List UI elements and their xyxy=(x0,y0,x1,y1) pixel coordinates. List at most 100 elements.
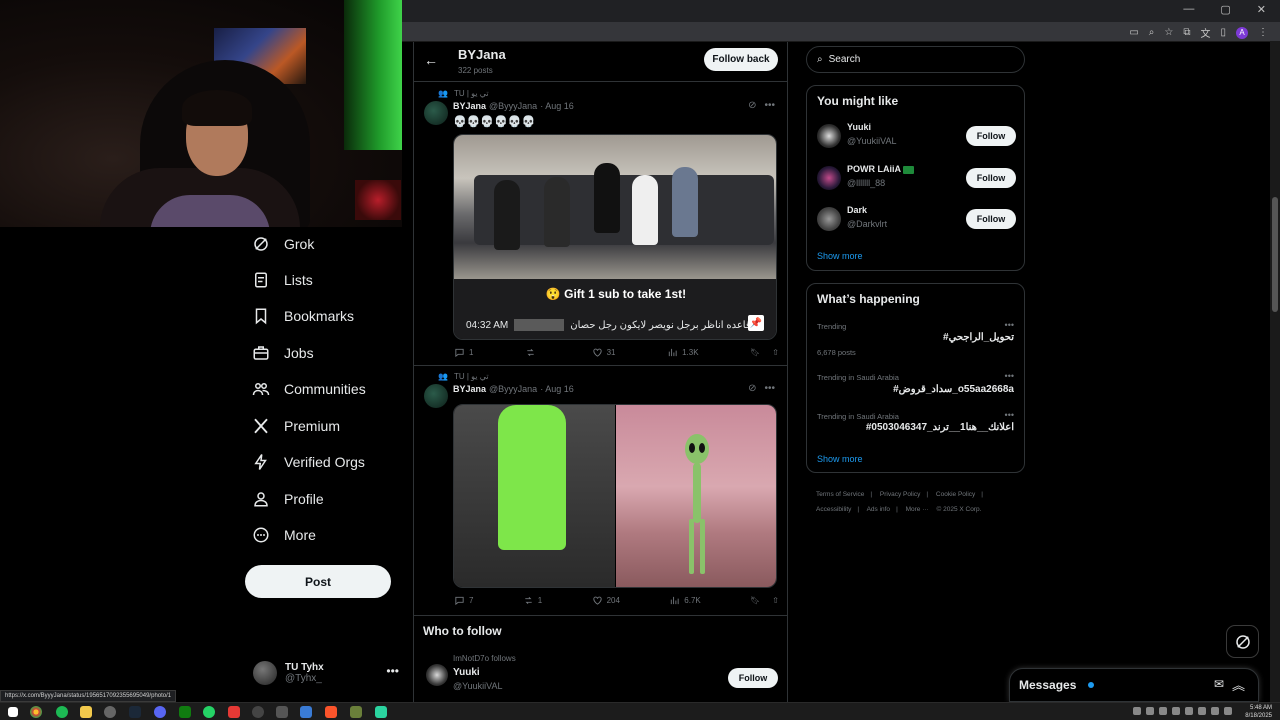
nav-item-profile[interactable]: Profile xyxy=(252,484,324,514)
nav-item-more[interactable]: More xyxy=(252,520,316,550)
more-dots-icon[interactable]: ••• xyxy=(1005,371,1014,381)
steam-icon[interactable] xyxy=(129,706,141,718)
spotify-icon[interactable] xyxy=(56,706,68,718)
extensions-icon[interactable]: ⧉ xyxy=(1183,27,1190,38)
tweet-date[interactable]: · Aug 16 xyxy=(540,384,574,394)
close-icon[interactable]: ✕ xyxy=(1257,3,1266,16)
cast-icon[interactable]: ▭ xyxy=(1129,27,1138,38)
views-button[interactable]: 1.3K xyxy=(667,347,699,358)
grok-icon[interactable]: ⊘ xyxy=(748,100,756,111)
more-dots-icon[interactable]: ••• xyxy=(764,383,775,394)
tweet-author[interactable]: BYJana xyxy=(453,384,486,394)
nav-item-grok[interactable]: Grok xyxy=(252,229,314,259)
messages-drawer[interactable]: Messages ✉ ︽ xyxy=(1009,668,1259,702)
scrollbar[interactable] xyxy=(1270,42,1280,702)
system-tray[interactable] xyxy=(1133,707,1232,715)
nav-item-premium[interactable]: Premium xyxy=(252,411,340,441)
share-icon[interactable]: ⇧ xyxy=(772,348,779,357)
suggested-user-name[interactable]: Yuuki xyxy=(453,667,480,678)
nav-item-bookmarks[interactable]: Bookmarks xyxy=(252,301,354,331)
reply-button[interactable]: 7 xyxy=(454,595,473,606)
trend-name[interactable]: #اعلانك__هنا1__ترند_0503046347 xyxy=(866,422,1014,433)
tweet-date[interactable]: · Aug 16 xyxy=(540,101,574,111)
repost-button[interactable] xyxy=(525,347,540,358)
app-icon[interactable] xyxy=(104,706,116,718)
clock[interactable]: 5:48 AM 8/18/2025 xyxy=(1245,704,1272,720)
views-button[interactable]: 6.7K xyxy=(669,595,701,606)
app-icon[interactable] xyxy=(375,706,387,718)
folder-icon[interactable] xyxy=(80,706,92,718)
profile-avatar-icon[interactable]: A xyxy=(1236,26,1248,39)
show-more-link[interactable]: Show more xyxy=(817,251,863,261)
tweet-handle[interactable]: @ByyyJana xyxy=(489,384,537,394)
xbox-icon[interactable] xyxy=(179,706,191,718)
footer-link[interactable]: Accessibility xyxy=(816,506,851,513)
suggested-user[interactable]: Yuuki @YuukiiVAL Follow xyxy=(817,122,1016,154)
footer-link[interactable]: Terms of Service xyxy=(816,491,864,498)
sidebar-icon[interactable]: ▯ xyxy=(1220,27,1226,38)
obs-icon[interactable] xyxy=(252,706,264,718)
scroll-thumb[interactable] xyxy=(1272,197,1278,312)
suggested-user[interactable]: Dark @Darkvlrt Follow xyxy=(817,205,1016,237)
footer-link[interactable]: Ads info xyxy=(867,506,891,513)
reply-button[interactable]: 1 xyxy=(454,347,473,358)
grok-icon[interactable]: ⊘ xyxy=(748,383,756,394)
avatar[interactable] xyxy=(424,384,448,408)
app-icon[interactable] xyxy=(300,706,312,718)
nav-item-communities[interactable]: Communities xyxy=(252,374,366,404)
grok-floating-button[interactable] xyxy=(1226,625,1259,658)
discord-icon[interactable] xyxy=(154,706,166,718)
expand-icon[interactable]: ︽ xyxy=(1232,675,1245,694)
app-icon[interactable] xyxy=(276,706,288,718)
menu-icon[interactable]: ⋮ xyxy=(1258,27,1268,38)
footer-link[interactable]: More ··· xyxy=(906,506,929,513)
like-button[interactable]: 204 xyxy=(592,595,620,606)
follow-button[interactable]: Follow xyxy=(966,126,1016,146)
avatar[interactable] xyxy=(426,664,448,686)
suggested-user[interactable]: POWR LAiiA @lllllll_88 Follow xyxy=(817,164,1016,196)
tweet[interactable]: 👥 TU | تي يو BYJana @ByyyJana · Aug 16 ⊘… xyxy=(414,83,787,366)
more-dots-icon[interactable]: ••• xyxy=(1005,320,1014,330)
new-message-icon[interactable]: ✉ xyxy=(1214,677,1224,691)
more-dots-icon[interactable]: ••• xyxy=(764,100,775,111)
nav-item-verified-orgs[interactable]: Verified Orgs xyxy=(252,447,365,477)
follow-button[interactable]: Follow xyxy=(728,668,778,688)
follow-button[interactable]: Follow xyxy=(966,209,1016,229)
nav-item-lists[interactable]: Lists xyxy=(252,265,313,295)
windows-start-icon[interactable] xyxy=(8,707,18,717)
back-arrow-icon[interactable]: ← xyxy=(424,52,438,68)
follow-button[interactable]: Follow xyxy=(966,168,1016,188)
follow-back-button[interactable]: Follow back xyxy=(704,48,778,71)
translate-icon[interactable]: 文 xyxy=(1200,25,1210,40)
app-icon[interactable] xyxy=(228,706,240,718)
avatar[interactable] xyxy=(424,101,448,125)
bookmark-icon[interactable]: 🔖︎ xyxy=(750,348,760,357)
footer-link[interactable]: Cookie Policy xyxy=(936,491,975,498)
maximize-icon[interactable]: ▢ xyxy=(1220,3,1230,16)
post-button[interactable]: Post xyxy=(245,565,391,598)
more-dots-icon[interactable]: ••• xyxy=(386,664,399,678)
chrome-icon[interactable] xyxy=(30,706,42,718)
trend-name[interactable]: #سداد_قروض_o55aa2668a xyxy=(893,384,1014,395)
star-icon[interactable]: ☆ xyxy=(1164,27,1173,38)
tweet-handle[interactable]: @ByyyJana xyxy=(489,101,537,111)
more-dots-icon[interactable]: ••• xyxy=(1005,410,1014,420)
tweet-media[interactable] xyxy=(453,404,777,588)
whatsapp-icon[interactable] xyxy=(203,706,215,718)
tweet-author[interactable]: BYJana xyxy=(453,101,486,111)
brave-icon[interactable] xyxy=(325,706,337,718)
footer-link[interactable]: Privacy Policy xyxy=(880,491,920,498)
trend-name[interactable]: #تحويل_الراجحي xyxy=(943,332,1014,343)
account-switcher[interactable]: TU Tyhx @Tyhx_ ••• xyxy=(253,658,401,688)
like-button[interactable]: 31 xyxy=(592,347,616,358)
tweet-media[interactable]: 😲 Gift 1 sub to take 1st! 04:32 AM قاعده… xyxy=(453,134,777,340)
suggested-user-handle[interactable]: @YuukiiVAL xyxy=(453,681,503,691)
app-icon[interactable] xyxy=(350,706,362,718)
minimize-icon[interactable]: — xyxy=(1183,3,1194,16)
share-icon[interactable]: ⇧ xyxy=(772,596,779,605)
search-input[interactable]: ⌕ Search xyxy=(806,46,1025,73)
tweet[interactable]: 👥 TU | تي يو BYJana @ByyyJana · Aug 16 ⊘… xyxy=(414,366,787,616)
zoom-icon[interactable]: ⌕ xyxy=(1149,27,1155,38)
bookmark-icon[interactable]: 🔖︎ xyxy=(750,596,760,605)
nav-item-jobs[interactable]: Jobs xyxy=(252,338,314,368)
